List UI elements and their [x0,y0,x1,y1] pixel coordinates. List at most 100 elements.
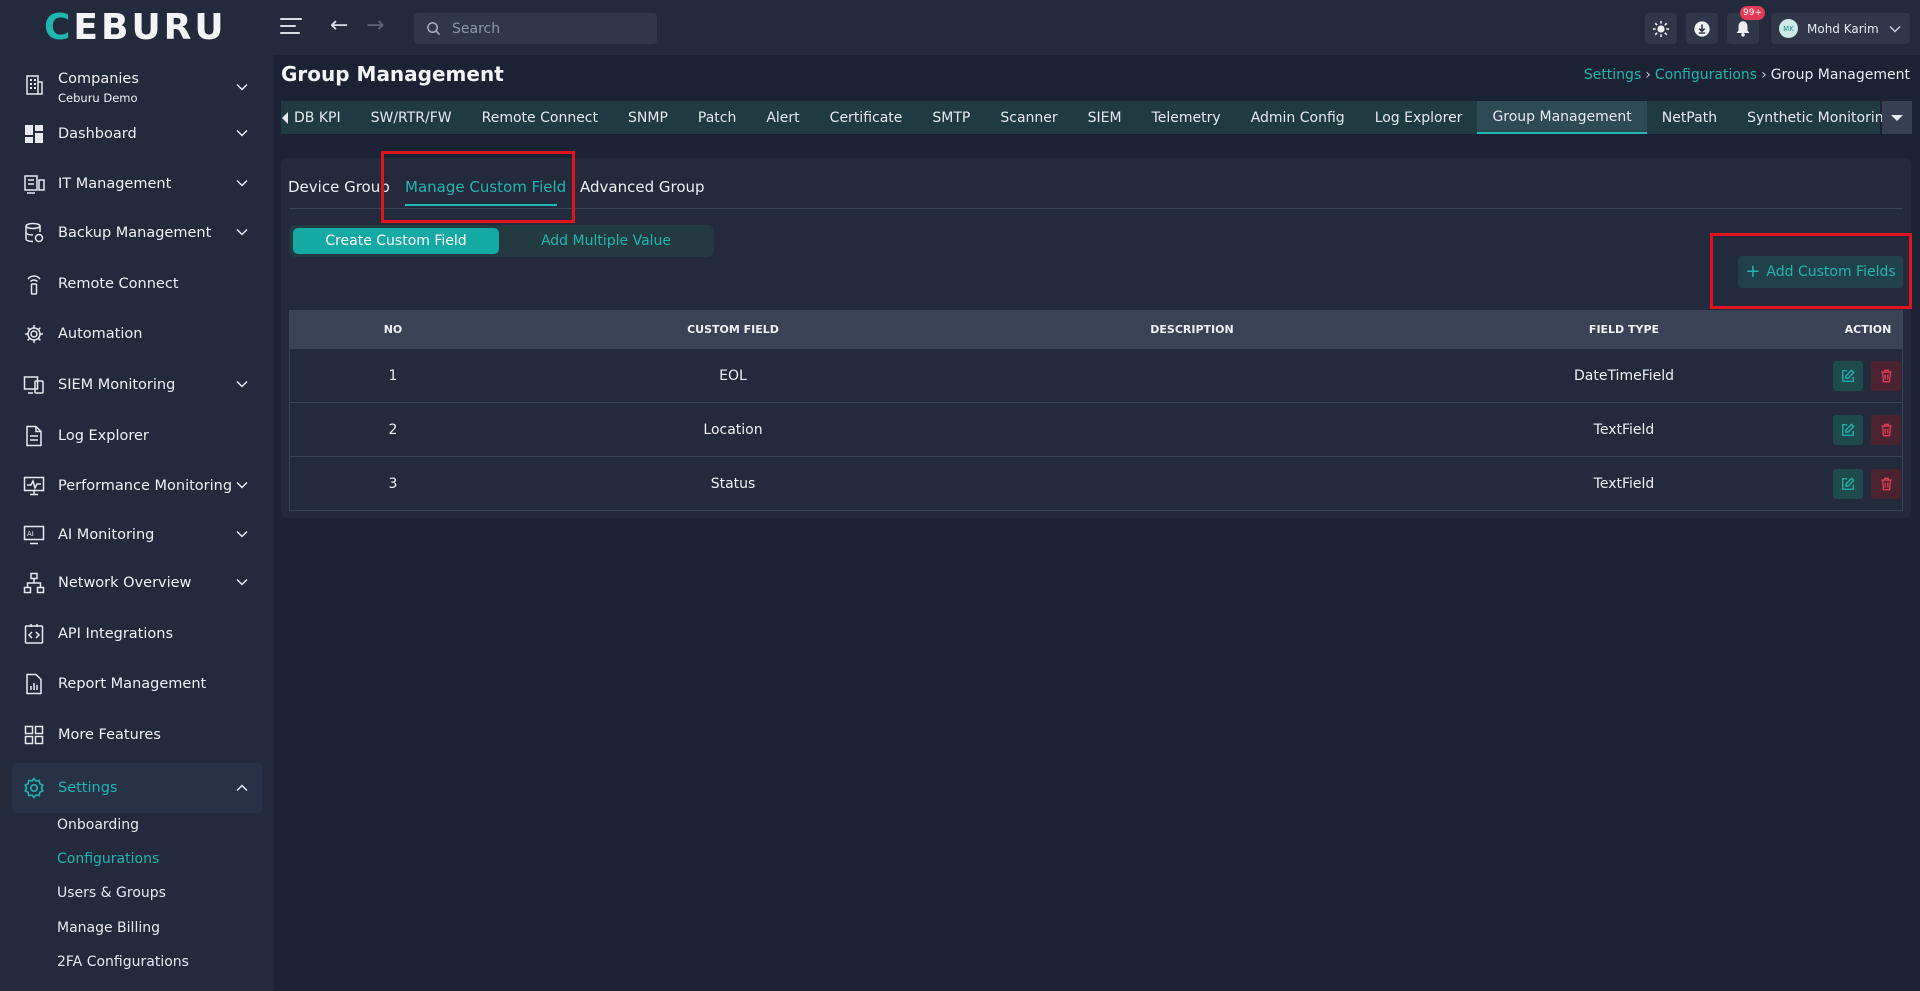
tab-db-kpi[interactable]: DB KPI [289,101,356,134]
sidebar-item-label: Companies [58,71,139,87]
company-name: Ceburu Demo [58,91,138,105]
column-header-action: ACTION [1844,323,1892,336]
tab-certificate[interactable]: Certificate [815,101,918,134]
tab-admin-config[interactable]: Admin Config [1236,101,1360,134]
highlight-box [1710,233,1912,309]
tab-patch[interactable]: Patch [683,101,751,134]
delete-button[interactable] [1871,415,1901,445]
table-header: NO CUSTOM FIELD DESCRIPTION FIELD TYPE A… [290,311,1902,348]
column-header-no: NO [383,323,403,336]
tab-group-management[interactable]: Group Management [1477,101,1647,134]
trash-icon [1880,477,1892,491]
subtab-advanced-group[interactable]: Advanced Group [580,178,705,196]
sidebar-item-label: IT Management [58,176,172,192]
chevron-down-icon [236,228,248,236]
tab-netpath[interactable]: NetPath [1647,101,1732,134]
edit-button[interactable] [1833,469,1863,499]
sidebar-item-label: Report Management [58,676,207,692]
sidebar-item-label: SIEM Monitoring [58,377,176,393]
breadcrumb: Settings › Configurations › Group Management [1584,67,1910,83]
create-custom-field-button[interactable]: Create Custom Field [293,228,499,254]
breadcrumb-settings-link[interactable]: Settings [1584,67,1641,83]
sun-icon [1652,20,1670,37]
tabs-scroll-left-button[interactable] [281,101,289,134]
chevron-down-icon [236,578,248,586]
search-input[interactable] [452,17,647,40]
tab-snmp[interactable]: SNMP [613,101,683,134]
code-icon [22,622,46,646]
tab-siem[interactable]: SIEM [1073,101,1137,134]
sidebar-item-label: More Features [58,727,161,743]
sidebar-item-label: Backup Management [58,225,212,241]
download-icon [1694,20,1710,37]
app-logo[interactable]: CEBURU [44,8,227,48]
back-arrow-icon[interactable]: ← [330,14,348,38]
chevron-down-icon [236,83,248,91]
sidebar-subitem-2fa-configurations[interactable]: 2FA Configurations [57,954,189,970]
download-button[interactable] [1686,13,1718,44]
gear-icon [22,776,46,800]
sidebar-item-automation[interactable]: Automation [12,312,262,356]
sidebar-item-ai-monitoring[interactable]: AI AI Monitoring [12,513,262,557]
sidebar-item-backup-management[interactable]: Backup Management [12,211,262,255]
tabs-overflow-button[interactable] [1882,101,1912,134]
row-number: 3 [388,476,398,492]
sidebar-item-siem-monitoring[interactable]: SIEM Monitoring [12,363,262,407]
custom-fields-table: NO CUSTOM FIELD DESCRIPTION FIELD TYPE A… [289,310,1903,511]
sidebar-subitem-manage-billing[interactable]: Manage Billing [57,920,160,936]
edit-icon [1842,369,1855,382]
network-icon [22,571,46,595]
cog-icon [22,322,46,346]
edit-button[interactable] [1833,415,1863,445]
sidebar-item-settings[interactable]: Settings [12,763,262,813]
sidebar-item-log-explorer[interactable]: Log Explorer [12,414,262,458]
tab-sw-rtr-fw[interactable]: SW/RTR/FW [356,101,467,134]
table-row: 1 EOL DateTimeField [290,348,1902,402]
theme-toggle-button[interactable] [1645,13,1677,44]
search-icon [427,22,441,36]
sidebar-item-remote-connect[interactable]: Remote Connect [12,262,262,306]
sidebar: Companies Ceburu Demo Dashboard IT Manag… [0,55,274,991]
tab-scanner[interactable]: Scanner [985,101,1072,134]
tab-log-explorer[interactable]: Log Explorer [1360,101,1478,134]
edit-button[interactable] [1833,361,1863,391]
avatar: MK [1779,19,1798,38]
tab-alert[interactable]: Alert [751,101,814,134]
caret-down-icon [1891,114,1903,121]
sidebar-item-more-features[interactable]: More Features [12,713,262,757]
chevron-up-icon [236,784,248,792]
sidebar-item-label: Automation [58,326,143,342]
column-header-custom-field: CUSTOM FIELD [687,323,779,336]
chevron-down-icon [1889,25,1901,33]
tab-telemetry[interactable]: Telemetry [1137,101,1236,134]
sidebar-subitem-users-groups[interactable]: Users & Groups [57,885,166,901]
sidebar-item-dashboard[interactable]: Dashboard [12,112,262,156]
sidebar-item-label: Settings [58,780,118,796]
row-number: 1 [388,368,398,384]
breadcrumb-configurations-link[interactable]: Configurations [1655,67,1757,83]
user-menu[interactable]: MK Mohd Karim [1771,13,1910,44]
delete-button[interactable] [1871,361,1901,391]
sidebar-subitem-onboarding[interactable]: Onboarding [57,817,139,833]
delete-button[interactable] [1871,469,1901,499]
tab-remote-connect[interactable]: Remote Connect [467,101,613,134]
sidebar-item-network-overview[interactable]: Network Overview [12,561,262,605]
menu-toggle-icon[interactable] [280,18,302,36]
dashboard-icon [22,122,46,146]
sidebar-subitem-configurations[interactable]: Configurations [57,851,159,867]
tab-smtp[interactable]: SMTP [917,101,985,134]
sidebar-item-it-management[interactable]: IT Management [12,162,262,206]
user-name: Mohd Karim [1807,21,1879,36]
chevron-down-icon [236,380,248,388]
search-box[interactable] [414,13,657,44]
field-type: DateTimeField [1573,368,1675,384]
add-multiple-value-button[interactable]: Add Multiple Value [503,228,709,254]
sidebar-item-companies[interactable]: Companies Ceburu Demo [12,61,262,111]
sidebar-item-performance-monitoring[interactable]: Performance Monitoring [12,464,262,508]
forward-arrow-icon[interactable]: → [366,14,384,38]
sidebar-item-api-integrations[interactable]: API Integrations [12,612,262,656]
notifications-button[interactable]: 99+ [1727,6,1765,44]
sidebar-item-report-management[interactable]: Report Management [12,662,262,706]
subtab-device-group[interactable]: Device Group [288,178,390,196]
field-type: TextField [1593,422,1655,438]
